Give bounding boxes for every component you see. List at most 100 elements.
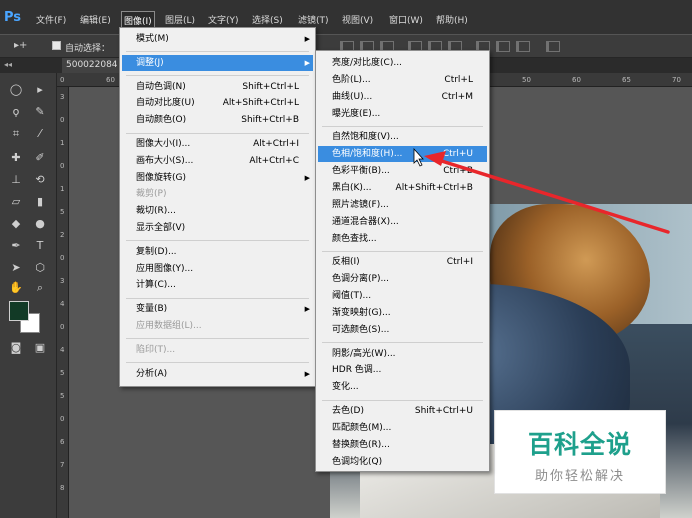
menu-item[interactable]: 黑白(K)... Alt+Shift+Ctrl+B bbox=[318, 180, 487, 196]
ruler-tick: 4 bbox=[60, 346, 65, 354]
pen-tool-icon[interactable]: ✒ bbox=[6, 237, 26, 255]
ruler-tick: 60 bbox=[106, 76, 115, 84]
eyedropper-tool-icon[interactable]: ⁄ bbox=[30, 125, 50, 143]
ruler-tick: 2 bbox=[60, 231, 65, 239]
foreground-color-swatch[interactable] bbox=[9, 301, 29, 321]
menu-item[interactable]: 分析(A) ▶ bbox=[122, 366, 313, 382]
menu-item-label: 色调分离(P)... bbox=[332, 274, 390, 285]
menu-item[interactable]: 调整(J) ▶ bbox=[122, 54, 313, 71]
crop-tool-icon[interactable]: ⌗ bbox=[6, 125, 26, 143]
zoom-tool-icon[interactable]: ⌕ bbox=[30, 279, 50, 297]
menu-item-label: 自动色调(N) bbox=[136, 81, 186, 92]
menu-item-label: 渐变映射(G)... bbox=[332, 307, 391, 318]
menu-item-label: 亮度/对比度(C)... bbox=[332, 58, 402, 68]
dodge-tool-icon[interactable]: ● bbox=[30, 215, 50, 233]
menu-item[interactable]: 可选颜色(S)... bbox=[318, 322, 487, 338]
screen-mode-icon[interactable]: ▣ bbox=[30, 339, 50, 357]
menu-type[interactable]: 文字(Y) bbox=[208, 13, 239, 26]
brush-tool-icon[interactable]: ✐ bbox=[30, 149, 50, 167]
menu-item[interactable]: HDR 色调... bbox=[318, 362, 487, 378]
move-tool-icon[interactable]: ▸ bbox=[30, 81, 50, 99]
menu-item[interactable]: 渐变映射(G)... bbox=[318, 305, 487, 321]
menu-item[interactable]: 曲线(U)... Ctrl+M bbox=[318, 89, 487, 105]
healing-brush-icon[interactable]: ✚ bbox=[6, 149, 26, 167]
menu-item[interactable]: 色阶(L)... Ctrl+L bbox=[318, 72, 487, 88]
menu-item[interactable]: 去色(D) Shift+Ctrl+U bbox=[318, 403, 487, 419]
ruler-tick: 3 bbox=[60, 93, 65, 101]
ruler-tick: 7 bbox=[60, 461, 65, 469]
menu-item[interactable]: 色调分离(P)... bbox=[318, 271, 487, 287]
collapse-panel-icon[interactable]: ◂◂ bbox=[4, 60, 12, 69]
blur-tool-icon[interactable]: ◆ bbox=[6, 215, 26, 233]
menu-separator bbox=[126, 297, 309, 299]
menu-item[interactable]: 亮度/对比度(C)... bbox=[318, 55, 487, 71]
auto-align-icon[interactable] bbox=[546, 41, 560, 52]
marquee-tool-icon[interactable]: ◯ bbox=[6, 81, 26, 99]
menu-item[interactable]: 裁切(R)... bbox=[122, 203, 313, 219]
menu-item-shortcut: Alt+Ctrl+I bbox=[253, 139, 299, 149]
menu-item-label: 色彩平衡(B)... bbox=[332, 166, 390, 177]
menu-item[interactable]: 照片滤镜(F)... bbox=[318, 197, 487, 213]
watermark-title: 百科全说 bbox=[527, 430, 632, 459]
history-brush-icon[interactable]: ⟲ bbox=[30, 171, 50, 189]
menu-item[interactable]: 阈值(T)... bbox=[318, 288, 487, 304]
menu-item[interactable]: 匹配颜色(M)... bbox=[318, 420, 487, 436]
menu-item[interactable]: 画布大小(S)... Alt+Ctrl+C bbox=[122, 153, 313, 169]
path-selection-icon[interactable]: ➤ bbox=[6, 259, 26, 277]
menu-item-shortcut: Ctrl+I bbox=[446, 257, 473, 268]
auto-select-checkbox[interactable] bbox=[52, 41, 61, 50]
menu-item-label: 分析(A) bbox=[136, 368, 168, 379]
menu-item[interactable]: 图像大小(I)... Alt+Ctrl+I bbox=[122, 136, 313, 152]
distribute-right-icon[interactable] bbox=[516, 41, 530, 52]
menu-item[interactable]: 曝光度(E)... bbox=[318, 106, 487, 122]
shape-tool-icon[interactable]: ⬡ bbox=[30, 259, 50, 277]
menu-item[interactable]: 色相/饱和度(H)... Ctrl+U bbox=[318, 146, 487, 163]
menu-item[interactable]: 反相(I) Ctrl+I bbox=[318, 254, 487, 270]
menu-item[interactable]: 自动颜色(O) Shift+Ctrl+B bbox=[122, 112, 313, 128]
menu-item-label: 可选颜色(S)... bbox=[332, 324, 390, 335]
gradient-tool-icon[interactable]: ▮ bbox=[30, 193, 50, 211]
lasso-tool-icon[interactable]: ϙ bbox=[6, 103, 26, 121]
menu-item[interactable]: 变化... bbox=[318, 379, 487, 395]
menu-item-shortcut: Ctrl+L bbox=[444, 74, 473, 85]
menu-item[interactable]: 自动色调(N) Shift+Ctrl+L bbox=[122, 79, 313, 95]
menu-item[interactable]: 颜色查找... bbox=[318, 231, 487, 247]
distribute-hcenter-icon[interactable] bbox=[496, 41, 510, 52]
menu-item[interactable]: 计算(C)... bbox=[122, 277, 313, 293]
menu-item[interactable]: 显示全部(V) bbox=[122, 220, 313, 236]
menu-filter[interactable]: 滤镜(T) bbox=[298, 13, 329, 26]
menu-layer[interactable]: 图层(L) bbox=[165, 13, 195, 26]
menu-edit[interactable]: 编辑(E) bbox=[80, 13, 111, 26]
menu-item[interactable]: 模式(M) ▶ bbox=[122, 31, 313, 47]
menu-window[interactable]: 窗口(W) bbox=[389, 13, 423, 26]
menu-item[interactable]: 复制(D)... bbox=[122, 244, 313, 260]
menu-item[interactable]: 自动对比度(U) Alt+Shift+Ctrl+L bbox=[122, 95, 313, 111]
quick-mask-icon[interactable]: ◙ bbox=[6, 339, 26, 357]
hand-tool-icon[interactable]: ✋ bbox=[6, 279, 26, 297]
menu-item[interactable]: 自然饱和度(V)... bbox=[318, 129, 487, 145]
menu-bar: Ps 文件(F) 编辑(E) 图像(I) 图层(L) 文字(Y) 选择(S) 滤… bbox=[0, 0, 692, 34]
menu-item[interactable]: 应用图像(Y)... bbox=[122, 261, 313, 277]
quick-selection-icon[interactable]: ✎ bbox=[30, 103, 50, 121]
type-tool-icon[interactable]: T bbox=[30, 237, 50, 255]
menu-item[interactable]: 变量(B) ▶ bbox=[122, 301, 313, 317]
move-tool-preset-icon[interactable]: ▸+ bbox=[14, 40, 27, 51]
menu-item[interactable]: 图像旋转(G) ▶ bbox=[122, 170, 313, 186]
menu-item-label: 色相/饱和度(H)... bbox=[332, 149, 403, 160]
menu-select[interactable]: 选择(S) bbox=[252, 13, 283, 26]
menu-item[interactable]: 色调均化(Q) bbox=[318, 454, 487, 470]
menu-item[interactable]: 阴影/高光(W)... bbox=[318, 346, 487, 362]
eraser-tool-icon[interactable]: ▱ bbox=[6, 193, 26, 211]
adjustments-submenu: 亮度/对比度(C)... 色阶(L)... Ctrl+L 曲线(U)... Ctrl+M… bbox=[315, 50, 490, 472]
ruler-tick: 3 bbox=[60, 277, 65, 285]
menu-view[interactable]: 视图(V) bbox=[342, 13, 373, 26]
clone-stamp-icon[interactable]: ⊥ bbox=[6, 171, 26, 189]
menu-item[interactable]: 通道混合器(X)... bbox=[318, 214, 487, 230]
menu-item-label: 反相(I) bbox=[332, 257, 360, 268]
document-tab[interactable]: 500022084 bbox=[62, 58, 122, 73]
menu-item[interactable]: 色彩平衡(B)... Ctrl+B bbox=[318, 163, 487, 179]
menu-help[interactable]: 帮助(H) bbox=[436, 13, 468, 26]
ruler-tick: 0 bbox=[60, 76, 65, 84]
menu-item[interactable]: 替换颜色(R)... bbox=[318, 437, 487, 453]
menu-file[interactable]: 文件(F) bbox=[36, 13, 66, 26]
